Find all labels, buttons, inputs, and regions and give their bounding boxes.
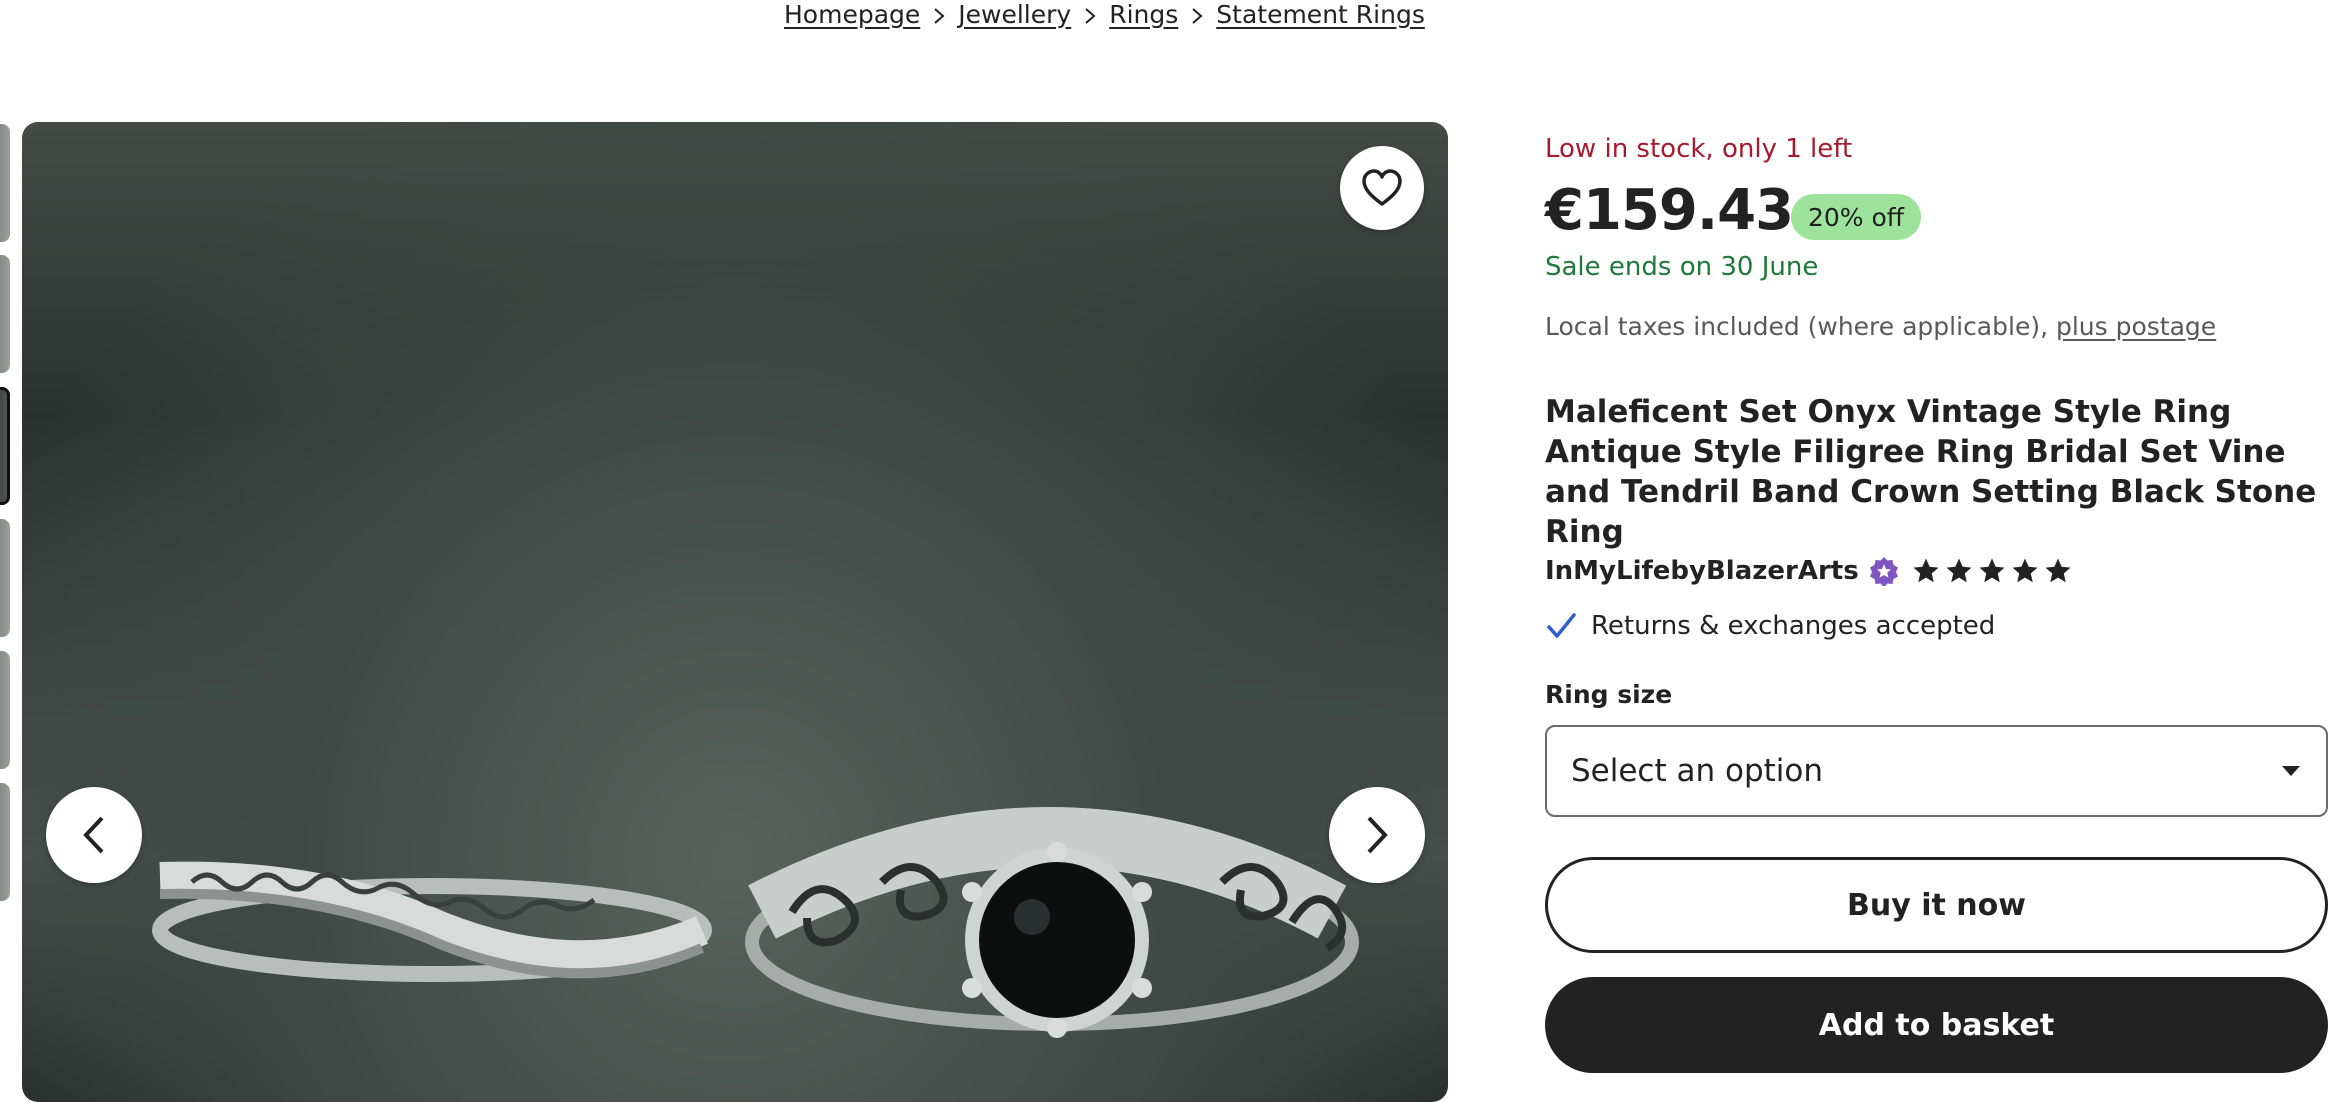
discount-badge: 20% off (1791, 194, 1922, 240)
shop-row: InMyLifebyBlazerArts (1545, 556, 2076, 586)
favorite-button[interactable] (1340, 146, 1424, 230)
star-icon (1913, 558, 1939, 583)
plus-postage-link[interactable]: plus postage (2056, 312, 2216, 341)
star-icon (2045, 558, 2071, 583)
chevron-right-icon (1071, 0, 1109, 29)
chevron-right-icon (1367, 816, 1388, 854)
gallery-thumbnail[interactable] (0, 124, 10, 242)
star-icon (1946, 558, 1972, 583)
sale-ends-text: Sale ends on 30 June (1545, 252, 1819, 282)
caret-down-icon (2282, 766, 2300, 776)
ring-size-select[interactable]: Select an option (1545, 725, 2328, 817)
stock-notice: Low in stock, only 1 left (1545, 134, 1853, 164)
star-icon (2012, 558, 2038, 583)
taxes-note: Local taxes included (where applicable),… (1545, 312, 2216, 341)
chevron-right-icon (1178, 0, 1216, 29)
gallery-thumbnail[interactable] (0, 519, 10, 637)
star-seller-badge-icon (1869, 557, 1898, 586)
next-image-button[interactable] (1329, 787, 1425, 883)
ring-size-label: Ring size (1545, 680, 1673, 709)
gallery-thumbnail-selected[interactable] (0, 387, 10, 505)
breadcrumb: Homepage Jewellery Rings Statement Rings (784, 0, 1425, 32)
returns-policy: Returns & exchanges accepted (1545, 610, 1995, 642)
taxes-text: Local taxes included (where applicable), (1545, 312, 2049, 341)
gallery-thumbnail[interactable] (0, 255, 10, 373)
star-icon (1979, 558, 2005, 583)
ring-onyx-illustration (745, 807, 1359, 1038)
product-image (22, 122, 1448, 1102)
previous-image-button[interactable] (46, 787, 142, 883)
chevron-left-icon (83, 816, 104, 854)
breadcrumb-jewellery-link[interactable]: Jewellery (958, 0, 1071, 29)
breadcrumb-homepage-link[interactable]: Homepage (784, 0, 920, 29)
returns-text: Returns & exchanges accepted (1591, 611, 1996, 641)
listing-title: Maleficent Set Onyx Vintage Style Ring A… (1545, 394, 2317, 550)
breadcrumb-rings-link[interactable]: Rings (1109, 0, 1178, 29)
checkmark-icon (1547, 613, 1576, 638)
heart-icon (1362, 169, 1402, 206)
ring-size-selected-value: Select an option (1571, 753, 1824, 789)
add-to-basket-button[interactable]: Add to basket (1545, 977, 2328, 1073)
chevron-right-icon (920, 0, 958, 29)
shop-name-link[interactable]: InMyLifebyBlazerArts (1545, 556, 1859, 586)
rating-stars[interactable] (1911, 556, 2076, 586)
gallery-thumbnail[interactable] (0, 783, 10, 901)
ring-band-illustration (152, 861, 712, 982)
breadcrumb-statement-rings-link[interactable]: Statement Rings (1216, 0, 1425, 29)
price: €159.43 (1545, 178, 1794, 243)
gallery-thumbnail[interactable] (0, 651, 10, 769)
buy-it-now-button[interactable]: Buy it now (1545, 857, 2328, 953)
